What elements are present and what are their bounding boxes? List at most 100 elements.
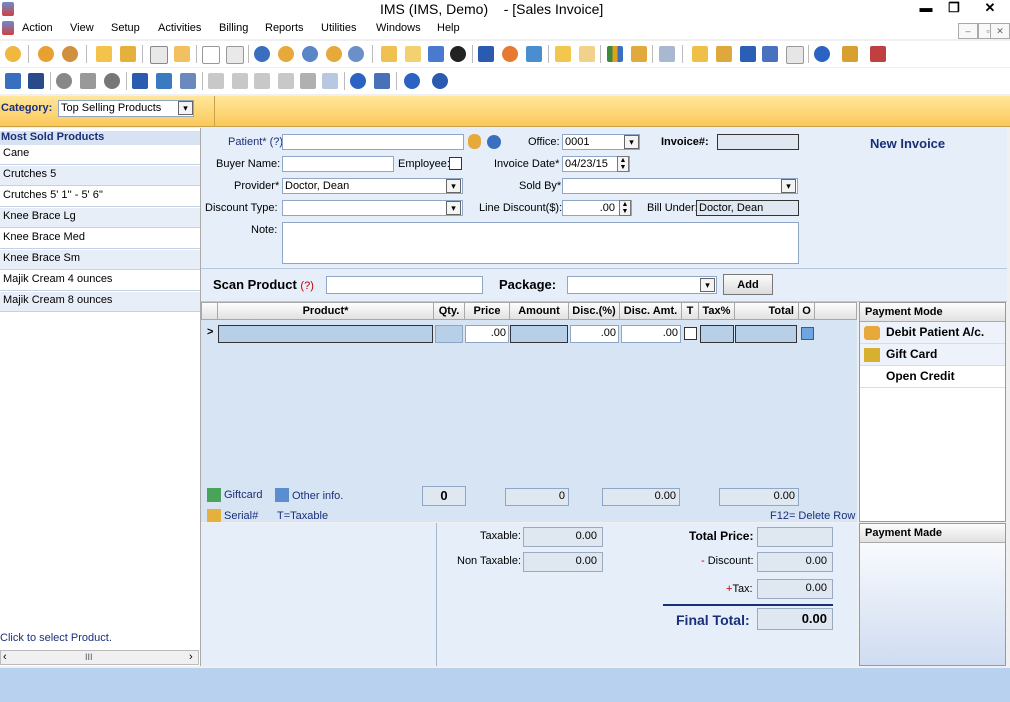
lock-icon[interactable] [842,46,858,62]
menu-view[interactable]: View [70,22,94,34]
last-record-icon[interactable] [278,73,294,89]
dollar-icon[interactable] [254,46,270,62]
cancel-icon[interactable] [432,73,448,89]
next-record-icon[interactable] [254,73,270,89]
users-icon[interactable] [38,46,54,62]
product-item-knee-brace-sm[interactable]: Knee Brace Sm [0,250,200,270]
documents-icon[interactable] [226,46,244,64]
minimize-button[interactable]: ▬ [912,0,940,16]
payment-open-credit[interactable]: Open Credit [860,366,1005,388]
patient-icon[interactable] [5,46,21,62]
refresh-icon[interactable] [450,46,466,62]
sold-by-dropdown-button[interactable]: ▾ [781,179,796,193]
row-disc-amt-cell[interactable]: .00 [621,325,681,343]
date-spinner[interactable]: ▲ ▼ [617,156,629,172]
horizontal-scrollbar[interactable]: ‹ III › [0,650,199,665]
word-icon[interactable] [740,46,756,62]
line-discount-spinner[interactable]: ▲ ▼ [619,200,631,216]
add-button[interactable]: Add [723,274,773,295]
row-options-icon[interactable] [801,327,814,340]
product-item-crutches-5-1-5-6[interactable]: Crutches 5' 1'' - 5' 6'' [0,187,200,207]
category-select[interactable]: Top Selling Products [58,100,194,117]
menu-help[interactable]: Help [437,22,460,34]
note-textarea[interactable] [282,222,799,264]
menu-utilities[interactable]: Utilities [321,22,356,34]
sold-by-select[interactable] [562,178,798,194]
globe-icon[interactable] [502,46,518,62]
open-icon[interactable] [5,73,21,89]
payment-icon[interactable] [302,46,318,62]
find-icon[interactable] [28,73,44,89]
undo-icon[interactable] [156,73,172,89]
calendar-icon[interactable] [381,46,397,62]
import-icon[interactable] [692,46,708,62]
alarm-icon[interactable] [428,46,444,62]
menu-setup[interactable]: Setup [111,22,140,34]
product-item-knee-brace-med[interactable]: Knee Brace Med [0,229,200,249]
row-qty-cell[interactable] [435,325,463,343]
menu-activities[interactable]: Activities [158,22,201,34]
mdi-minimize-button[interactable]: – [958,23,978,39]
menu-windows[interactable]: Windows [376,22,421,34]
office-dropdown-button[interactable]: ▾ [624,135,639,149]
row-disc-pct-cell[interactable]: .00 [570,325,619,343]
chart-icon[interactable] [607,46,623,62]
giftcard-icon[interactable] [207,488,221,502]
scroll-left-icon[interactable]: ‹ [3,651,7,663]
clipboard-icon[interactable] [579,46,595,62]
product-item-crutches-5[interactable]: Crutches 5 [0,166,200,186]
menu-reports[interactable]: Reports [265,22,304,34]
settings-icon[interactable] [374,73,390,89]
row-product-cell[interactable] [218,325,433,343]
reload-icon[interactable] [350,73,366,89]
patient-search-icon[interactable] [468,134,481,149]
buyer-name-input[interactable] [282,156,394,172]
employee-checkbox[interactable] [449,157,462,170]
patient-input[interactable] [282,134,464,150]
transfer-icon[interactable] [348,46,364,62]
other-info-link[interactable]: Other info. [292,490,343,502]
discount-type-dropdown-button[interactable]: ▾ [446,201,461,215]
add-patient-icon[interactable] [487,135,501,149]
scroll-thumb[interactable]: III [85,652,93,662]
category-dropdown-button[interactable]: ▾ [178,101,193,115]
scan-product-input[interactable] [326,276,483,294]
export-icon[interactable] [716,46,732,62]
serial-icon[interactable] [207,509,221,522]
row-price-cell[interactable]: .00 [465,325,509,343]
template-icon[interactable] [786,46,804,64]
row-taxable-checkbox[interactable] [684,327,697,340]
payment-gift-card[interactable]: Gift Card [860,344,1005,366]
package-select[interactable] [567,276,717,294]
provider-select[interactable]: Doctor, Dean [282,178,463,194]
billing-icon[interactable] [278,46,294,62]
mdi-close-button[interactable]: ✕ [990,23,1010,39]
delete-icon[interactable] [104,73,120,89]
giftcard-link[interactable]: Giftcard [224,489,263,501]
back-icon[interactable] [478,46,494,62]
serial-link[interactable]: Serial# [224,510,258,522]
doctor-icon[interactable] [62,46,78,62]
report-icon[interactable] [631,46,647,62]
package-dropdown-button[interactable]: ▾ [700,278,715,292]
print-icon[interactable] [180,73,196,89]
add-icon[interactable] [56,73,72,89]
preview-icon[interactable] [322,73,338,89]
scroll-right-icon[interactable]: › [189,651,193,663]
product-item-cane[interactable]: Cane [0,145,200,165]
mail-merge-icon[interactable] [762,46,778,62]
exit-icon[interactable] [870,46,886,62]
prescription-icon[interactable] [150,46,168,64]
schedule-icon[interactable] [405,46,421,62]
edit-icon[interactable] [80,73,96,89]
prev-record-icon[interactable] [232,73,248,89]
close-button[interactable]: ✕ [976,0,1004,16]
product-item-knee-brace-lg[interactable]: Knee Brace Lg [0,208,200,228]
send-icon[interactable] [526,46,542,62]
other-info-icon[interactable] [275,488,289,502]
help-icon[interactable] [814,46,830,62]
sort-icon[interactable] [300,73,316,89]
edit-folder-icon[interactable] [120,46,136,62]
flask-icon[interactable] [174,46,190,62]
payment-debit-patient[interactable]: Debit Patient A/c. [860,322,1005,344]
